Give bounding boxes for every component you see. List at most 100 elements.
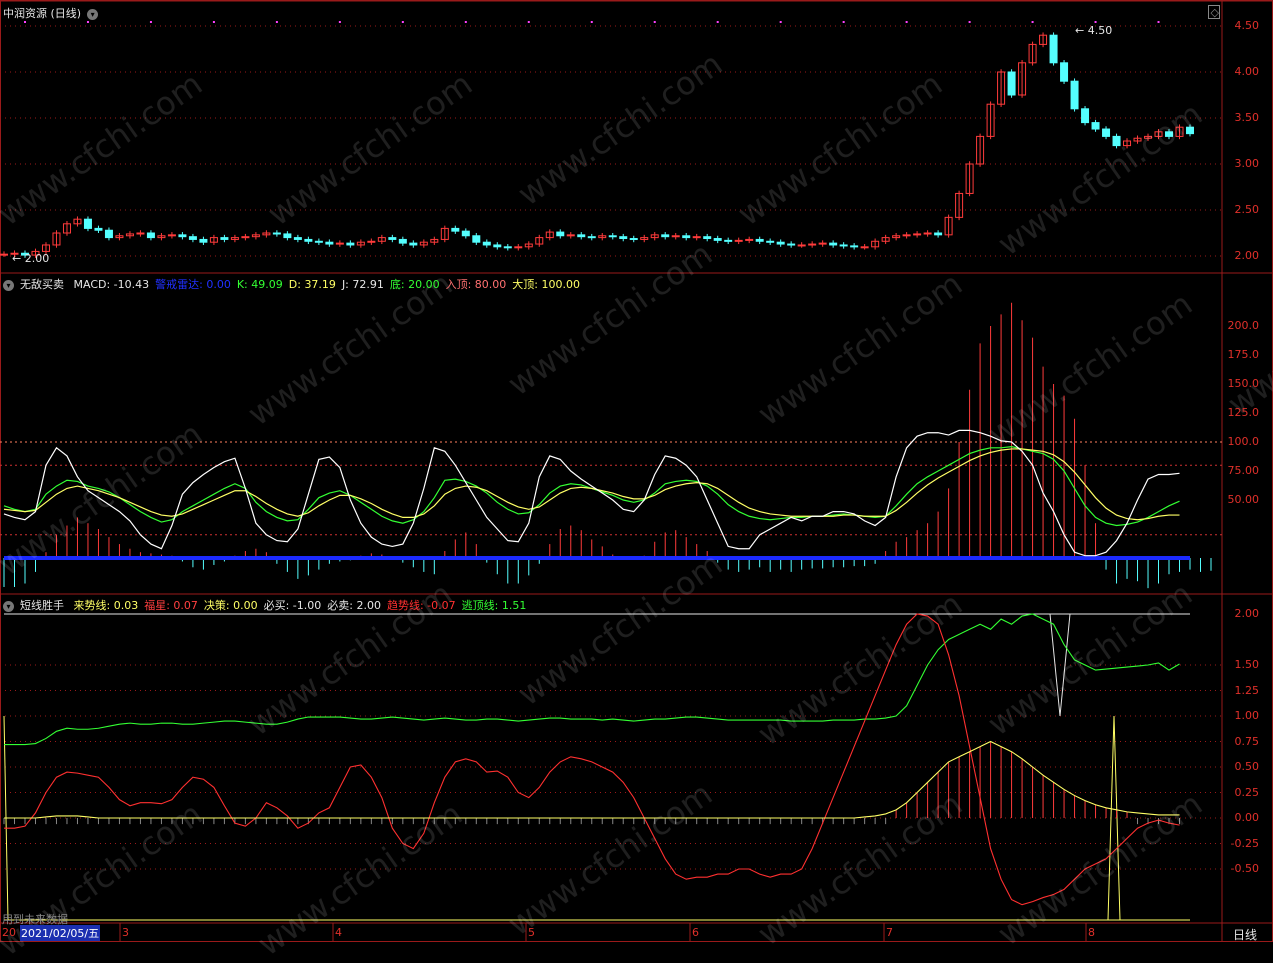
- candle-body: [304, 238, 313, 242]
- candle-body: [283, 233, 292, 239]
- indicator1-tick: 200.0: [1227, 319, 1260, 332]
- candle-body: [503, 246, 512, 249]
- signal-dot: [149, 21, 152, 23]
- candle-body: [136, 232, 145, 235]
- indicator1-header: ▾ 无敌买卖 MACD: -10.43 警戒雷达: 0.00 K: 49.09 D: 3…: [3, 276, 592, 292]
- indicator1-value: K: 49.09: [236, 278, 283, 291]
- month-label: 8: [1088, 926, 1095, 939]
- candle-body: [325, 241, 334, 245]
- signal-dot: [464, 21, 467, 23]
- candle-body: [104, 229, 113, 239]
- candle-body: [619, 236, 628, 240]
- indicator2-tick: 1.50: [1234, 658, 1260, 671]
- restore-icon[interactable]: [1208, 5, 1220, 19]
- signal-dot: [653, 21, 656, 23]
- indicator1-value: 警戒雷达: 0.00: [155, 278, 231, 291]
- candle-body: [472, 235, 481, 243]
- indicator2-value: 逃顶线: 1.51: [461, 599, 527, 612]
- candle-body: [220, 237, 229, 240]
- candle-body: [346, 242, 355, 246]
- candle-body: [314, 240, 323, 243]
- signal-dot: [401, 21, 404, 23]
- price-tick: 4.00: [1234, 65, 1260, 78]
- candle-body: [745, 238, 754, 241]
- price-panel-title: 中润资源 (日线): [3, 7, 82, 20]
- indicator2-value: 决策: 0.00: [203, 599, 258, 612]
- candle-body: [724, 239, 733, 242]
- candle-body: [335, 242, 344, 245]
- candle-body: [934, 232, 943, 236]
- candle-body: [787, 243, 796, 246]
- candle-body: [556, 231, 565, 237]
- candle-body: [734, 239, 743, 242]
- candle-body: [608, 235, 617, 238]
- indicator2-tick: 0.75: [1234, 734, 1260, 748]
- price-tick: 2.00: [1234, 249, 1260, 262]
- price-tick: 4.50: [1234, 19, 1260, 32]
- candle-body: [829, 242, 838, 246]
- decision-spike: [1107, 715, 1121, 921]
- cursor-date: 2021/02/05/五: [20, 925, 101, 941]
- month-label: 4: [335, 926, 342, 939]
- candle-body: [808, 243, 817, 246]
- candle-body: [902, 234, 911, 237]
- indicator2-tick: 0.00: [1234, 811, 1260, 824]
- price-tick: 3.00: [1234, 157, 1260, 170]
- indicator1-value: J: 72.91: [341, 278, 384, 291]
- candle-body: [398, 238, 407, 244]
- month-label: 3: [122, 926, 129, 939]
- signal-dot: [527, 21, 530, 23]
- candle-body: [1060, 62, 1069, 82]
- candle-body: [1102, 128, 1111, 137]
- candle-body: [409, 242, 418, 246]
- signal-dot: [779, 21, 782, 23]
- indicator2-tick: 0.50: [1234, 760, 1260, 773]
- chevron-down-icon[interactable]: ▾: [3, 600, 14, 612]
- candle-body: [367, 240, 376, 243]
- indicator2-value: 来势线: 0.03: [73, 599, 139, 612]
- candle-body: [703, 236, 712, 240]
- signal-dot: [275, 21, 278, 23]
- high-price-label: ← 4.50: [1075, 24, 1112, 37]
- month-label: 5: [528, 926, 535, 939]
- kdj-line-j: [3, 429, 1180, 557]
- indicator2-value: 趋势线: -0.07: [386, 599, 456, 612]
- indicator2-value: 必买: -1.00: [263, 599, 322, 612]
- candle-body: [839, 244, 848, 247]
- candle-body: [272, 232, 281, 235]
- candle-body: [923, 232, 932, 235]
- candle-body: [850, 245, 859, 248]
- candle-body: [587, 236, 596, 239]
- period-label[interactable]: 日线: [1233, 926, 1257, 943]
- line-逃顶线: [4, 613, 1180, 746]
- indicator1-value: 入顶: 80.00: [445, 278, 507, 291]
- candle-body: [1081, 108, 1090, 124]
- signal-dot: [590, 21, 593, 23]
- outer-frame: [0, 0, 1273, 942]
- indicator2-value: 福星: 0.07: [144, 599, 198, 612]
- stock-chart-canvas[interactable]: ← 4.50 ← 2.00: [0, 0, 1273, 942]
- candle-body: [1186, 126, 1194, 135]
- chevron-down-icon[interactable]: ▾: [3, 279, 14, 291]
- indicator1-name: 无敌买卖: [20, 278, 64, 291]
- indicator2-name: 短线胜手: [20, 599, 64, 612]
- indicator2-tick: 1.25: [1234, 683, 1260, 697]
- candle-body: [388, 237, 397, 240]
- candle-body: [241, 236, 250, 239]
- candle-body: [661, 234, 670, 238]
- indicator2-tick: 2.00: [1234, 607, 1260, 620]
- candle-body: [682, 235, 691, 239]
- price-panel-header: 中润资源 (日线) ▾: [3, 5, 104, 21]
- signal-dot: [1094, 21, 1097, 23]
- indicator2-header: ▾ 短线胜手 来势线: 0.03 福星: 0.07 决策: 0.00 必买: -1.00…: [3, 597, 538, 613]
- candle-body: [860, 246, 869, 249]
- month-label: 6: [692, 926, 699, 939]
- indicator1-value: D: 37.19: [288, 278, 336, 291]
- chevron-down-icon[interactable]: ▾: [87, 8, 99, 20]
- candle-body: [629, 238, 638, 241]
- candle-body: [671, 235, 680, 238]
- candle-body: [514, 246, 523, 249]
- candle-body: [482, 241, 491, 246]
- candle-body: [577, 234, 586, 238]
- candle-body: [1091, 122, 1100, 130]
